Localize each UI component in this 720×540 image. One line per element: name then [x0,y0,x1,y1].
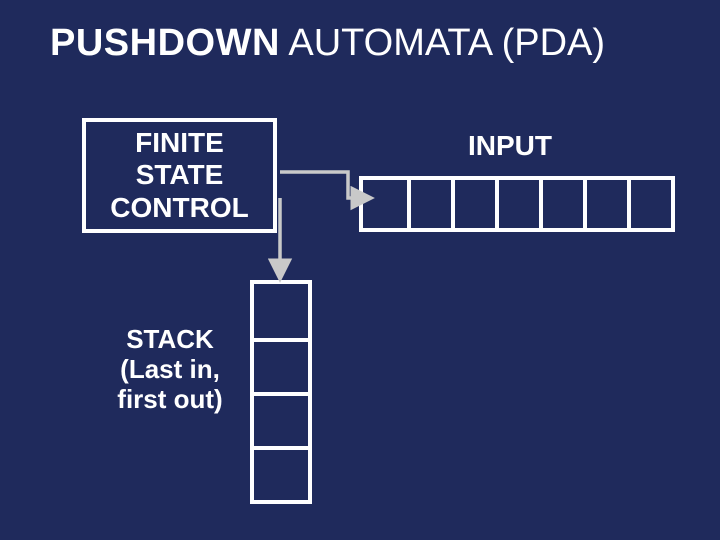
fsc-text: FINITE STATE CONTROL [110,127,248,224]
arrows-overlay [0,0,720,540]
stack-cell [254,338,308,392]
title-strong: PUSHDOWN [50,22,280,64]
tape-cell [583,180,627,228]
slide-title: PUSHDOWN AUTOMATA (PDA) [50,22,605,65]
stack-cell [254,284,308,338]
tape-cell [363,180,407,228]
finite-state-control-box: FINITE STATE CONTROL [82,118,277,233]
stack-cell [254,446,308,500]
input-label: INPUT [468,130,552,162]
input-tape [359,176,675,232]
arrow-to-input-icon [280,172,370,198]
tape-cell [539,180,583,228]
tape-cell [627,180,671,228]
tape-cell [495,180,539,228]
title-rest: AUTOMATA (PDA) [280,22,605,64]
stack-label: STACK (Last in, first out) [100,325,240,415]
tape-cell [451,180,495,228]
stack-cell [254,392,308,446]
stack-box [250,280,312,504]
tape-cell [407,180,451,228]
